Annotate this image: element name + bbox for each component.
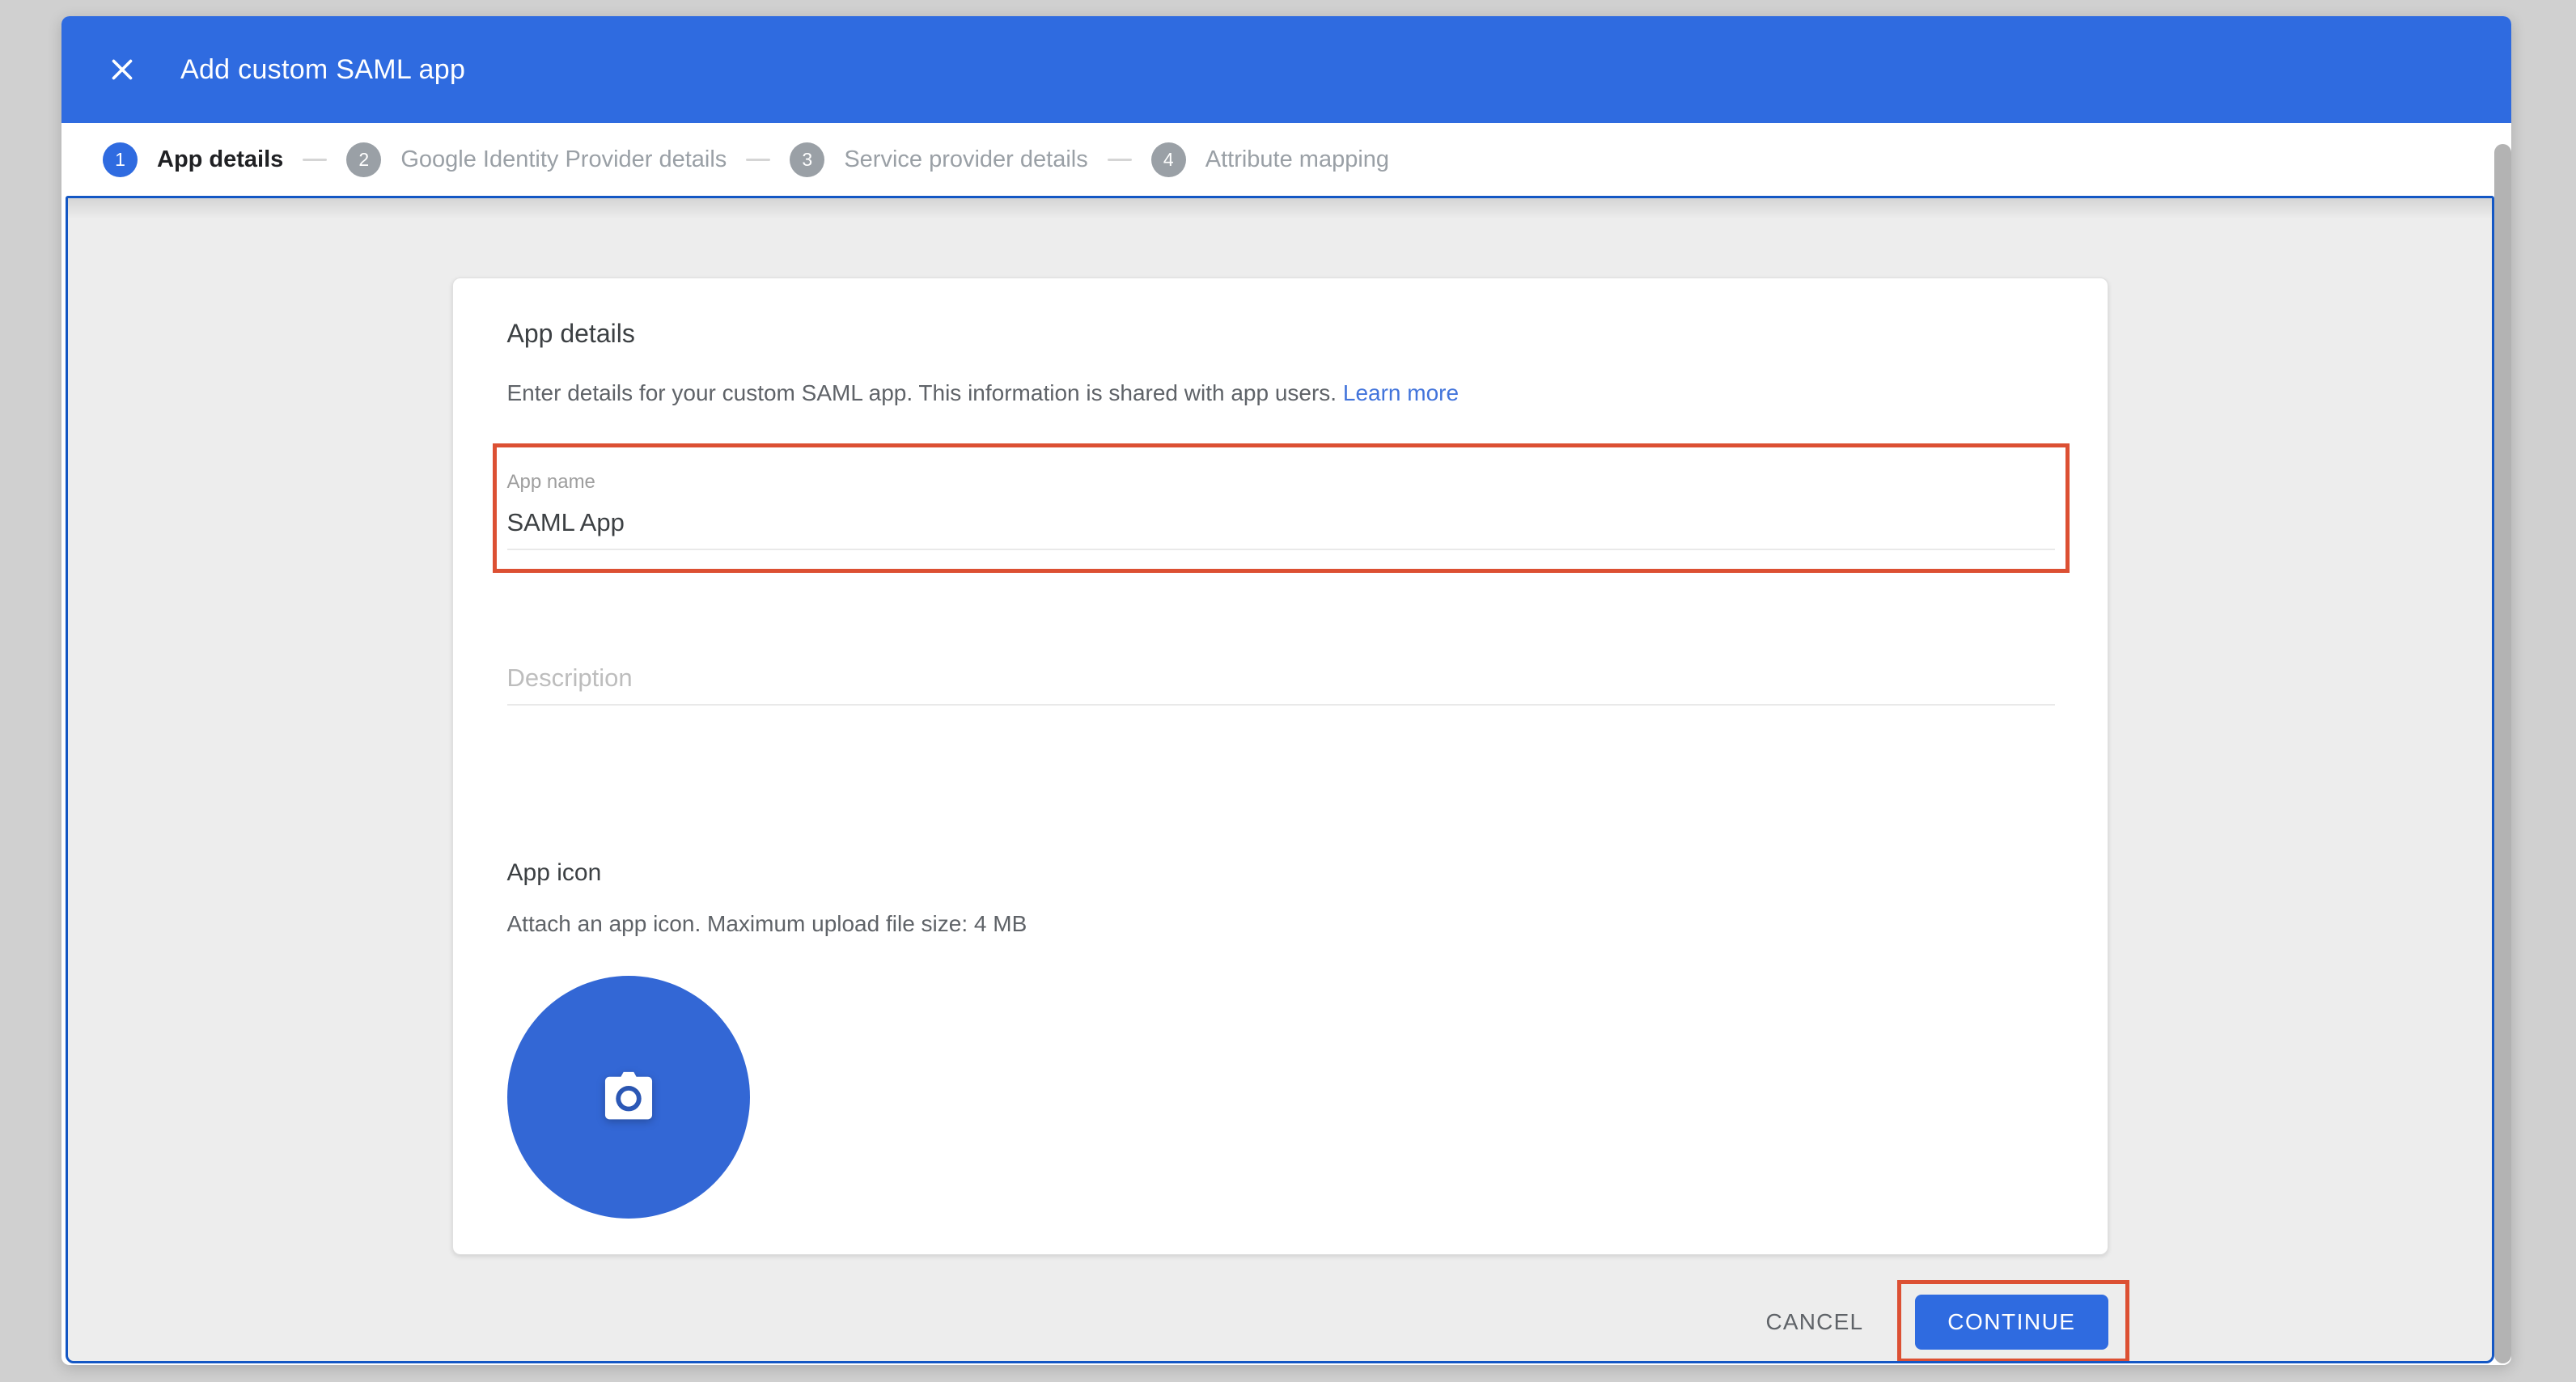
add-custom-saml-app-dialog: Add custom SAML app 1 App details 2 Goog… — [61, 16, 2511, 1365]
step-number: 4 — [1151, 142, 1186, 177]
app-details-card: App details Enter details for your custo… — [452, 278, 2108, 1255]
step-label: App details — [157, 146, 283, 173]
step-label: Service provider details — [844, 146, 1087, 173]
step-number: 1 — [103, 142, 138, 177]
scrollbar-thumb[interactable] — [2494, 144, 2511, 1363]
dialog-header: Add custom SAML app — [61, 16, 2511, 123]
app-icon-title: App icon — [507, 859, 2055, 887]
step-connector — [303, 159, 327, 161]
step-service-provider-details[interactable]: 3 Service provider details — [790, 142, 1087, 177]
description-input[interactable] — [507, 663, 2055, 706]
app-icon-upload-button[interactable] — [507, 976, 750, 1219]
card-title: App details — [507, 319, 2055, 348]
step-label: Google Identity Provider details — [400, 146, 727, 173]
step-attribute-mapping[interactable]: 4 Attribute mapping — [1151, 142, 1389, 177]
scrollbar[interactable] — [2494, 123, 2511, 1365]
dialog-title: Add custom SAML app — [180, 54, 465, 86]
continue-button[interactable]: CONTINUE — [1915, 1295, 2108, 1350]
actions-bar: CANCEL CONTINUE — [452, 1295, 2108, 1350]
content-area: App details Enter details for your custo… — [66, 196, 2494, 1363]
step-connector — [1108, 159, 1132, 161]
close-icon[interactable] — [100, 47, 145, 92]
step-connector — [746, 159, 770, 161]
cancel-button[interactable]: CANCEL — [1757, 1295, 1871, 1350]
app-icon-caption: Attach an app icon. Maximum upload file … — [507, 911, 2055, 937]
description-field — [507, 663, 2055, 706]
app-name-label: App name — [507, 473, 2055, 492]
card-description-text: Enter details for your custom SAML app. … — [507, 380, 1337, 405]
app-name-input[interactable] — [507, 508, 2055, 550]
app-name-field: App name — [507, 443, 2055, 573]
camera-icon — [595, 1064, 662, 1130]
step-app-details[interactable]: 1 App details — [103, 142, 283, 177]
learn-more-link[interactable]: Learn more — [1343, 380, 1459, 405]
stepper: 1 App details 2 Google Identity Provider… — [61, 123, 2494, 196]
step-google-idp-details[interactable]: 2 Google Identity Provider details — [346, 142, 727, 177]
card-description: Enter details for your custom SAML app. … — [507, 380, 2055, 406]
step-number: 2 — [346, 142, 381, 177]
step-label: Attribute mapping — [1205, 146, 1389, 173]
step-number: 3 — [790, 142, 824, 177]
screen: { "header": { "title": "Add custom SAML … — [0, 0, 2576, 1382]
